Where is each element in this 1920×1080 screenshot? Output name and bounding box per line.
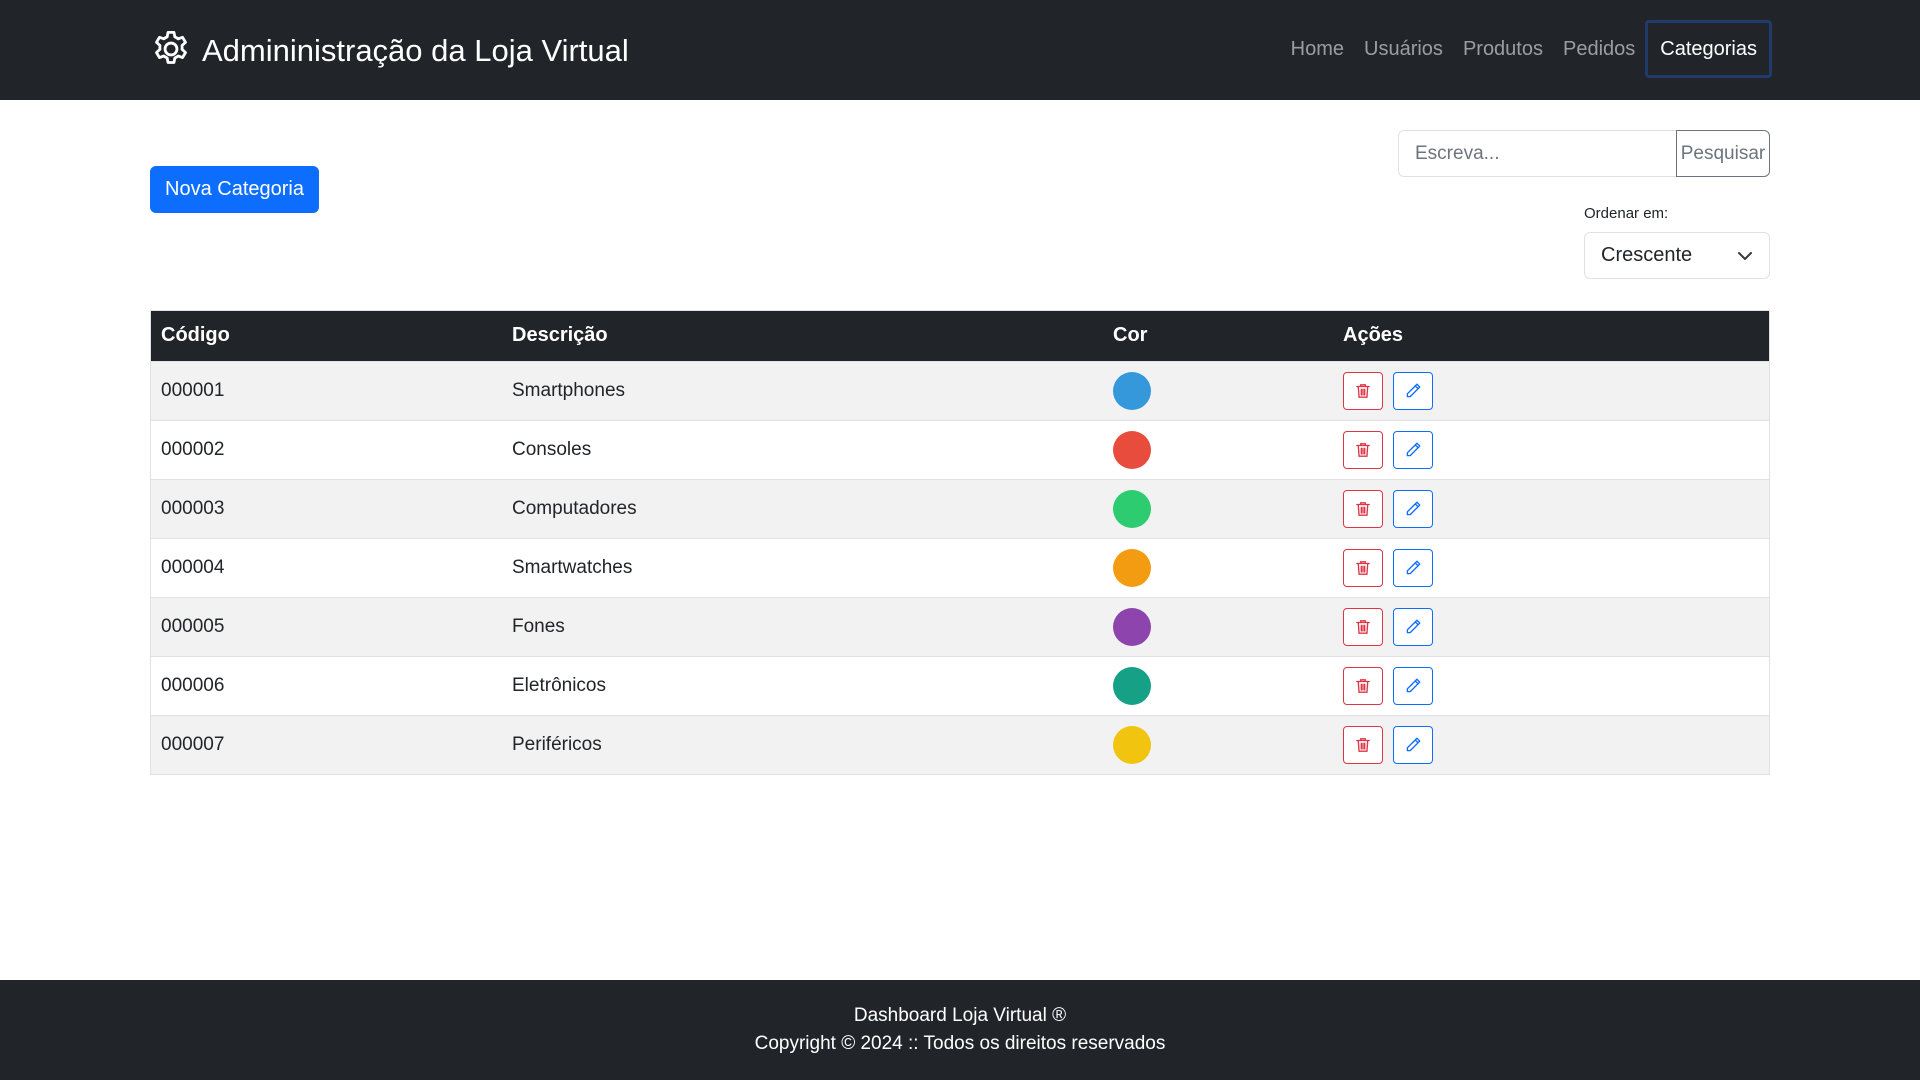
cell-code: 000004 bbox=[161, 556, 225, 578]
nav-link-usuarios[interactable]: Usuários bbox=[1354, 20, 1453, 78]
cell-code: 000003 bbox=[161, 497, 225, 519]
cell-actions bbox=[1333, 420, 1769, 479]
edit-button[interactable] bbox=[1393, 607, 1433, 646]
color-swatch bbox=[1113, 489, 1151, 528]
table-row: 000002 Consoles bbox=[151, 420, 1769, 479]
edit-button[interactable] bbox=[1393, 430, 1433, 469]
sort-label: Ordenar em: bbox=[1584, 205, 1669, 222]
table-row: 000001 Smartphones bbox=[151, 361, 1769, 420]
edit-button[interactable] bbox=[1393, 666, 1433, 705]
header-acoes: Ações bbox=[1343, 324, 1404, 347]
cell-color bbox=[1103, 597, 1333, 656]
cell-description: Computadores bbox=[512, 497, 637, 519]
color-swatch bbox=[1113, 548, 1151, 587]
nav-link-home[interactable]: Home bbox=[1281, 20, 1354, 78]
color-swatch bbox=[1113, 725, 1151, 764]
delete-button[interactable] bbox=[1343, 430, 1383, 469]
pencil-icon bbox=[1404, 559, 1422, 577]
delete-button[interactable] bbox=[1343, 607, 1383, 646]
header-descricao: Descrição bbox=[512, 324, 608, 347]
cell-color bbox=[1103, 538, 1333, 597]
trash-icon bbox=[1354, 559, 1372, 577]
cell-color bbox=[1103, 656, 1333, 715]
cell-code: 000007 bbox=[161, 733, 225, 755]
edit-button[interactable] bbox=[1393, 371, 1433, 410]
nav-link-pedidos[interactable]: Pedidos bbox=[1553, 20, 1645, 78]
footer: Dashboard Loja Virtual ® Copyright © 202… bbox=[0, 980, 1920, 1080]
pencil-icon bbox=[1404, 736, 1422, 754]
table-row: 000005 Fones bbox=[151, 597, 1769, 656]
pencil-icon bbox=[1404, 618, 1422, 636]
nav-link-categorias[interactable]: Categorias bbox=[1645, 20, 1772, 78]
delete-button[interactable] bbox=[1343, 725, 1383, 764]
search-button[interactable]: Pesquisar bbox=[1676, 130, 1770, 177]
cell-code: 000006 bbox=[161, 674, 225, 696]
table-row: 000003 Computadores bbox=[151, 479, 1769, 538]
edit-button[interactable] bbox=[1393, 548, 1433, 587]
color-swatch bbox=[1113, 371, 1151, 410]
chevron-down-icon bbox=[1737, 248, 1753, 264]
brand-link[interactable]: Admininistração da Loja Virtual bbox=[150, 30, 629, 72]
footer-copyright: Copyright © 2024 :: Todos os direitos re… bbox=[754, 1033, 1166, 1054]
cell-description: Fones bbox=[512, 615, 565, 637]
delete-button[interactable] bbox=[1343, 489, 1383, 528]
cell-color bbox=[1103, 479, 1333, 538]
cell-code: 000005 bbox=[161, 615, 225, 637]
categories-table: Código Descrição Cor Ações 000001 Smartph… bbox=[150, 310, 1770, 775]
trash-icon bbox=[1354, 618, 1372, 636]
cell-actions bbox=[1333, 656, 1769, 715]
table-row: 000007 Periféricos bbox=[151, 715, 1769, 774]
cell-actions bbox=[1333, 597, 1769, 656]
trash-icon bbox=[1354, 500, 1372, 518]
color-swatch bbox=[1113, 666, 1151, 705]
cell-color bbox=[1103, 361, 1333, 420]
footer-title: Dashboard Loja Virtual ® bbox=[853, 1005, 1067, 1026]
edit-button[interactable] bbox=[1393, 725, 1433, 764]
search-group: Pesquisar bbox=[1398, 130, 1770, 177]
cell-actions bbox=[1333, 479, 1769, 538]
delete-button[interactable] bbox=[1343, 371, 1383, 410]
edit-button[interactable] bbox=[1393, 489, 1433, 528]
pencil-icon bbox=[1404, 677, 1422, 695]
gear-icon bbox=[150, 28, 192, 75]
pencil-icon bbox=[1404, 441, 1422, 459]
cell-color bbox=[1103, 420, 1333, 479]
delete-button[interactable] bbox=[1343, 666, 1383, 705]
trash-icon bbox=[1354, 441, 1372, 459]
nav-menu: Home Usuários Produtos Pedidos Categoria… bbox=[1281, 20, 1772, 78]
new-category-button[interactable]: Nova Categoria bbox=[150, 166, 319, 213]
color-swatch bbox=[1113, 430, 1151, 469]
cell-description: Consoles bbox=[512, 438, 592, 460]
cell-actions bbox=[1333, 361, 1769, 420]
cell-description: Smartphones bbox=[512, 379, 626, 401]
cell-code: 000001 bbox=[161, 379, 225, 401]
trash-icon bbox=[1354, 382, 1372, 400]
cell-actions bbox=[1333, 715, 1769, 774]
sort-select[interactable]: Crescente bbox=[1584, 232, 1770, 279]
brand-title: Admininistração da Loja Virtual bbox=[202, 33, 629, 68]
cell-description: Smartwatches bbox=[512, 556, 633, 578]
pencil-icon bbox=[1404, 382, 1422, 400]
table-row: 000004 Smartwatches bbox=[151, 538, 1769, 597]
cell-color bbox=[1103, 715, 1333, 774]
cell-description: Eletrônicos bbox=[512, 674, 606, 696]
trash-icon bbox=[1354, 736, 1372, 754]
cell-actions bbox=[1333, 538, 1769, 597]
header-codigo: Código bbox=[161, 324, 230, 347]
cell-description: Periféricos bbox=[512, 733, 602, 755]
table-row: 000006 Eletrônicos bbox=[151, 656, 1769, 715]
trash-icon bbox=[1354, 677, 1372, 695]
header-cor: Cor bbox=[1113, 324, 1148, 347]
delete-button[interactable] bbox=[1343, 548, 1383, 587]
cell-code: 000002 bbox=[161, 438, 225, 460]
navbar: Admininistração da Loja Virtual Home Usu… bbox=[0, 0, 1920, 100]
table-header-row: Código Descrição Cor Ações bbox=[151, 311, 1769, 361]
pencil-icon bbox=[1404, 500, 1422, 518]
sort-selected-value: Crescente bbox=[1601, 244, 1693, 266]
search-input[interactable] bbox=[1398, 130, 1676, 177]
nav-link-produtos[interactable]: Produtos bbox=[1453, 20, 1553, 78]
color-swatch bbox=[1113, 607, 1151, 646]
